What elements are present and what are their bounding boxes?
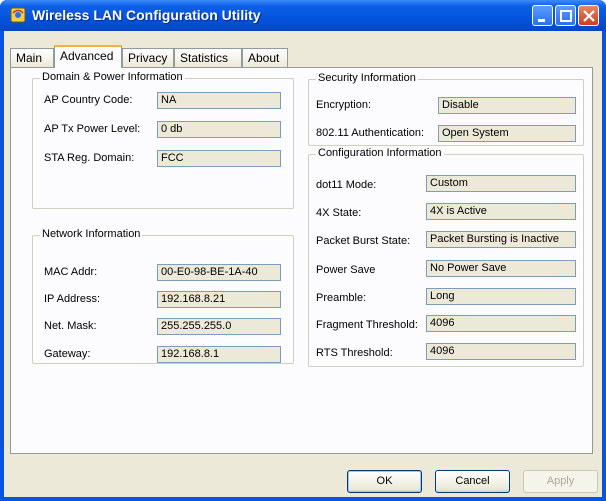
group-title: Network Information (40, 228, 143, 240)
tab-strip: Main Advanced Privacy Statistics About (10, 45, 590, 68)
power-save-value: No Power Save (426, 260, 576, 277)
sta-domain-label: STA Reg. Domain: (44, 152, 135, 164)
dot11-mode-value: Custom (426, 175, 576, 192)
preamble-value: Long (426, 288, 576, 305)
close-button[interactable] (578, 5, 599, 26)
encryption-value: Disable (438, 97, 576, 114)
power-save-label: Power Save (316, 264, 376, 276)
title-bar[interactable]: Wireless LAN Configuration Utility (0, 0, 606, 31)
tab-statistics[interactable]: Statistics (174, 48, 242, 67)
group-title: Domain & Power Information (40, 71, 185, 83)
maximize-icon (560, 10, 572, 22)
close-icon (583, 10, 595, 22)
authentication-label: 802.11 Authentication: (316, 127, 425, 139)
ok-button[interactable]: OK (347, 470, 422, 493)
tab-privacy[interactable]: Privacy (122, 48, 174, 67)
tab-main[interactable]: Main (10, 48, 54, 67)
mac-label: MAC Addr: (44, 266, 98, 278)
authentication-value: Open System (438, 125, 576, 142)
minimize-icon (538, 19, 545, 22)
country-code-label: AP Country Code: (44, 94, 133, 106)
sta-domain-value: FCC (157, 150, 281, 167)
preamble-label: Preamble: (316, 292, 367, 304)
minimize-button[interactable] (532, 5, 553, 26)
gateway-label: Gateway: (44, 348, 91, 360)
country-code-value: NA (157, 92, 281, 109)
tab-about[interactable]: About (242, 48, 288, 67)
dialog-client-area: Main Advanced Privacy Statistics About D… (4, 31, 602, 497)
ip-value: 192.168.8.21 (157, 291, 281, 308)
group-title: Security Information (316, 72, 418, 84)
wireless-app-icon (10, 7, 26, 23)
4x-state-value: 4X is Active (426, 203, 576, 220)
group-title: Configuration Information (316, 147, 444, 159)
packet-burst-value: Packet Bursting is Inactive (426, 231, 576, 248)
encryption-label: Encryption: (316, 99, 372, 111)
window-title: Wireless LAN Configuration Utility (32, 7, 261, 23)
tx-power-value: 0 db (157, 121, 281, 138)
packet-burst-label: Packet Burst State: (316, 235, 411, 247)
mac-value: 00-E0-98-BE-1A-40 (157, 264, 281, 281)
fragment-threshold-value: 4096 (426, 315, 576, 332)
gateway-value: 192.168.8.1 (157, 346, 281, 363)
dot11-mode-label: dot11 Mode: (316, 179, 377, 191)
rts-threshold-label: RTS Threshold: (316, 347, 393, 359)
4x-state-label: 4X State: (316, 207, 362, 219)
advanced-tab-panel: Domain & Power Information AP Country Co… (10, 67, 593, 454)
tx-power-label: AP Tx Power Level: (44, 123, 141, 135)
cancel-button[interactable]: Cancel (435, 470, 510, 493)
netmask-label: Net. Mask: (44, 320, 97, 332)
maximize-button[interactable] (555, 5, 576, 26)
tab-advanced[interactable]: Advanced (54, 45, 122, 68)
app-window: Wireless LAN Configuration Utility Main … (0, 0, 606, 501)
rts-threshold-value: 4096 (426, 343, 576, 360)
apply-button[interactable]: Apply (523, 470, 598, 493)
fragment-threshold-label: Fragment Threshold: (316, 319, 418, 331)
netmask-value: 255.255.255.0 (157, 318, 281, 335)
ip-label: IP Address: (44, 293, 101, 305)
